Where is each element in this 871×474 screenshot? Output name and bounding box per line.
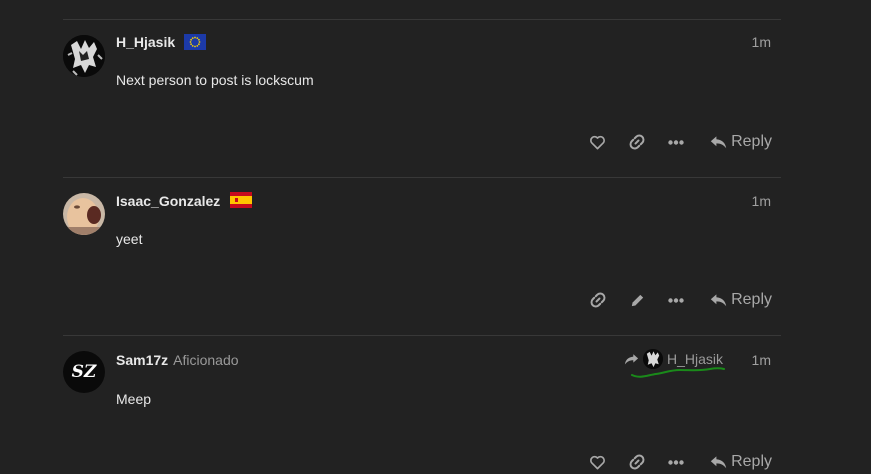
avatar[interactable] bbox=[63, 35, 105, 77]
post-time[interactable]: 1m bbox=[752, 193, 771, 209]
user-title: Aficionado bbox=[173, 352, 239, 368]
post-time[interactable]: 1m bbox=[752, 34, 771, 50]
post-isaac-gonzalez: Isaac_Gonzalez 1m yeet Reply bbox=[63, 177, 781, 336]
link-icon[interactable] bbox=[628, 133, 646, 151]
like-icon[interactable] bbox=[589, 135, 606, 150]
reply-label: Reply bbox=[731, 453, 772, 470]
post-actions: Reply bbox=[589, 130, 772, 154]
spain-flag-icon bbox=[230, 192, 252, 208]
more-icon[interactable] bbox=[668, 139, 684, 145]
reply-label: Reply bbox=[731, 133, 772, 150]
reply-button[interactable]: Reply bbox=[710, 453, 772, 471]
more-icon[interactable] bbox=[668, 459, 684, 465]
green-underline-annotation bbox=[631, 367, 725, 378]
reply-label: Reply bbox=[731, 291, 772, 308]
username-label: Sam17z bbox=[116, 352, 169, 368]
reply-icon bbox=[710, 136, 727, 149]
reply-to-icon bbox=[624, 354, 639, 365]
post-body: yeet bbox=[116, 231, 143, 247]
reply-button[interactable]: Reply bbox=[710, 291, 772, 309]
avatar[interactable]: SZ bbox=[63, 351, 105, 393]
edit-icon[interactable] bbox=[629, 292, 646, 309]
post-body: Meep bbox=[116, 391, 152, 407]
reply-icon bbox=[710, 294, 727, 307]
more-icon[interactable] bbox=[668, 297, 684, 303]
avatar-initials: SZ bbox=[71, 362, 97, 382]
avatar[interactable] bbox=[63, 193, 105, 235]
username[interactable]: H_Hjasik bbox=[116, 34, 175, 50]
post-h-hjasik: H_Hjasik 1m Next person to post is locks… bbox=[63, 19, 781, 178]
link-icon[interactable] bbox=[589, 291, 607, 309]
eu-flag-icon bbox=[184, 34, 206, 50]
reply-icon bbox=[710, 456, 727, 469]
reply-button[interactable]: Reply bbox=[710, 133, 772, 151]
post-actions: Reply bbox=[589, 288, 772, 312]
post-actions: Reply bbox=[589, 450, 772, 474]
like-icon[interactable] bbox=[589, 455, 606, 470]
post-body: Next person to post is lockscum bbox=[116, 72, 314, 88]
username[interactable]: Sam17z Aficionado bbox=[116, 352, 239, 368]
post-sam17z: SZ Sam17z Aficionado H_Hjasik 1m Meep Rep… bbox=[63, 335, 781, 473]
username[interactable]: Isaac_Gonzalez bbox=[116, 193, 220, 209]
post-time[interactable]: 1m bbox=[752, 352, 771, 368]
link-icon[interactable] bbox=[628, 453, 646, 471]
